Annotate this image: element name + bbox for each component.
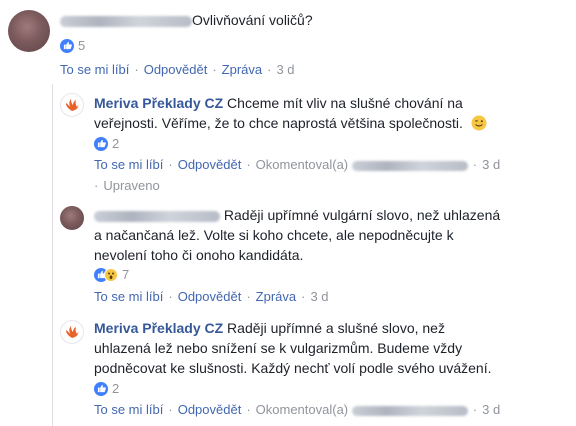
message-button[interactable]: Zpráva <box>222 62 262 77</box>
comment-text: Raději upřímné vulgární slovo, než uhlaz… <box>223 207 501 223</box>
edited-label[interactable]: Upraveno <box>103 178 159 193</box>
avatar[interactable] <box>60 93 84 117</box>
comment-body: Ovlivňování voličů? <box>60 10 313 30</box>
timestamp[interactable]: 3 d <box>482 402 500 417</box>
comment-text: a načančaná lež. Volte si koho chcete, a… <box>94 227 454 243</box>
comment-text: nevolení toho či onoho kandidáta. <box>94 247 304 263</box>
avatar[interactable] <box>60 320 84 344</box>
commented-by-label: Okomentoval(a) <box>255 402 349 417</box>
thread-line <box>52 84 53 426</box>
author-name-blurred[interactable] <box>94 210 220 222</box>
like-button[interactable]: To se mi líbí <box>60 62 129 77</box>
timestamp[interactable]: 3 d <box>276 62 294 77</box>
comment-body: Meriva Překlady CZ Raději upřímné a sluš… <box>94 318 554 378</box>
like-icon <box>94 381 108 396</box>
comment-text: Chceme mít vliv na slušné chování na <box>223 95 463 111</box>
like-icon <box>94 136 108 151</box>
reaction-count: 7 <box>122 267 130 282</box>
commented-by-label: Okomentoval(a) <box>255 157 349 172</box>
reply-button[interactable]: Odpovědět <box>144 62 208 77</box>
comment-actions: To se mi líbí · Odpovědět · Okomentoval(a) ·… <box>94 157 501 172</box>
wink-emoji <box>471 115 487 131</box>
reaction-summary[interactable]: 7 <box>94 267 129 282</box>
commenter-name-blurred[interactable] <box>351 405 468 416</box>
reply-button[interactable]: Odpovědět <box>178 289 242 304</box>
comment-actions: To se mi líbí · Odpovědět · Zpráva · 3 d <box>60 62 295 77</box>
comment-text: veřejnosti. Věříme, že to chce naprostá … <box>94 115 463 131</box>
reaction-summary[interactable]: 2 <box>94 136 119 151</box>
reply-button[interactable]: Odpovědět <box>178 402 242 417</box>
commenter-name-blurred[interactable] <box>351 160 468 171</box>
message-button[interactable]: Zpráva <box>256 289 296 304</box>
comment-text: uhlazená lež nebo snížení se k vulgarizm… <box>94 340 463 356</box>
like-button[interactable]: To se mi líbí <box>94 289 163 304</box>
avatar[interactable] <box>60 206 84 230</box>
comment-actions: To se mi líbí · Odpovědět · Okomentoval(a) ·… <box>94 402 501 417</box>
wow-icon <box>104 267 118 282</box>
timestamp[interactable]: 3 d <box>482 157 500 172</box>
comment-body: Meriva Překlady CZ Chceme mít vliv na sl… <box>94 93 534 133</box>
reaction-summary[interactable]: 2 <box>94 381 119 396</box>
like-count: 5 <box>78 38 86 53</box>
comment-text: podněcovat ke slušnosti. Každý nechť vol… <box>94 360 492 376</box>
timestamp[interactable]: 3 d <box>310 289 328 304</box>
meriva-logo <box>66 99 79 111</box>
reply-button[interactable]: Odpovědět <box>178 157 242 172</box>
avatar[interactable] <box>8 10 50 52</box>
comment-text: Ovlivňování voličů? <box>192 12 313 28</box>
author-name[interactable]: Meriva Překlady CZ <box>94 95 223 111</box>
like-count: 2 <box>112 136 120 151</box>
reaction-summary[interactable]: 5 <box>60 38 85 53</box>
author-name-blurred[interactable] <box>60 15 192 27</box>
meriva-logo <box>66 326 79 338</box>
edited-row: · Upraveno <box>94 178 160 193</box>
comment-actions: To se mi líbí · Odpovědět · Zpráva · 3 d <box>94 289 329 304</box>
author-name[interactable]: Meriva Překlady CZ <box>94 320 223 336</box>
like-button[interactable]: To se mi líbí <box>94 402 163 417</box>
like-icon <box>60 38 74 53</box>
comment-text: Raději upřímné a slušné slovo, než <box>223 320 445 336</box>
like-button[interactable]: To se mi líbí <box>94 157 163 172</box>
like-count: 2 <box>112 381 120 396</box>
comment-body: Raději upřímné vulgární slovo, než uhlaz… <box>94 205 544 265</box>
